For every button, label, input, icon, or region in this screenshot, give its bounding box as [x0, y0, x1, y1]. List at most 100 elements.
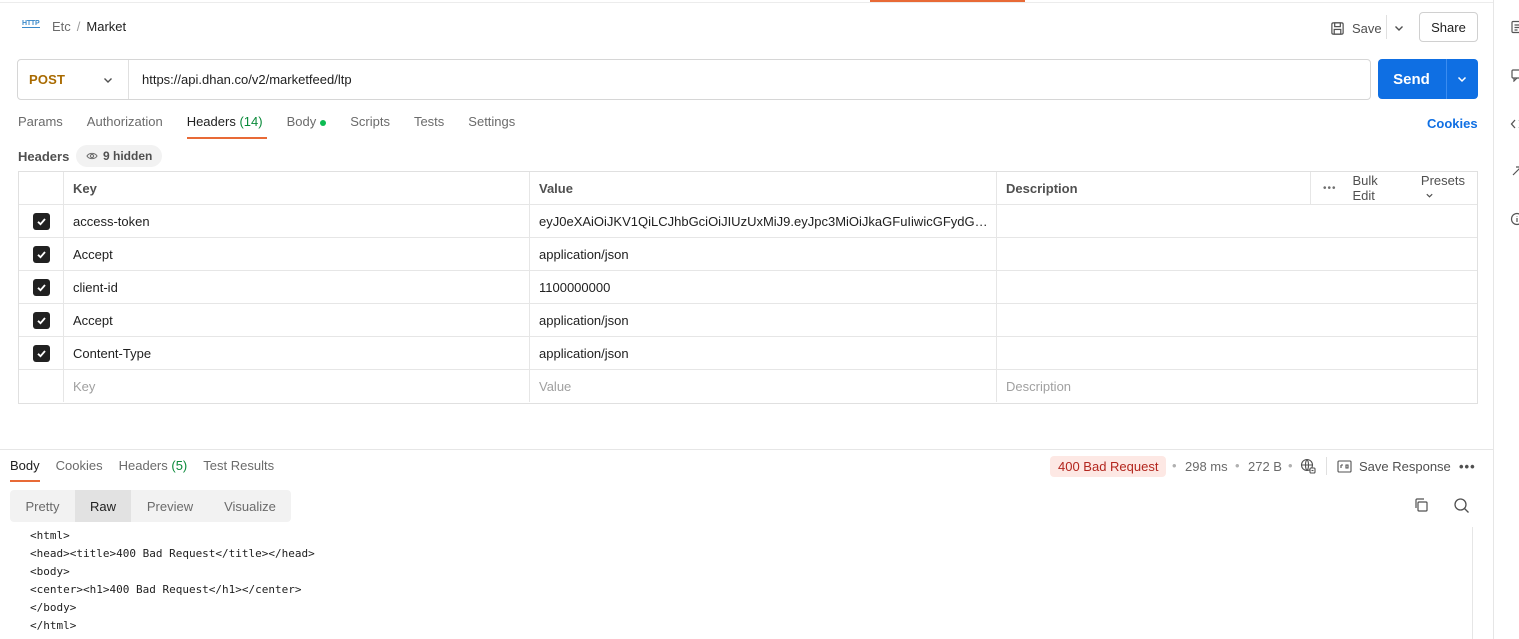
breadcrumb-current[interactable]: Market [86, 19, 126, 34]
response-tab-cookies[interactable]: Cookies [56, 458, 103, 482]
send-options-chevron-icon[interactable] [1456, 73, 1468, 85]
headers-section-title: Headers [18, 149, 70, 164]
method-chevron-down-icon[interactable] [102, 74, 114, 86]
url-bar: POST https://api.dhan.co/v2/marketfeed/l… [17, 59, 1371, 100]
row-checkbox[interactable] [32, 311, 50, 329]
tab-headers[interactable]: Headers (14) [186, 114, 267, 139]
view-preview[interactable]: Preview [131, 490, 209, 522]
send-button[interactable]: Send [1378, 59, 1478, 99]
request-tabs: Params Authorization Headers (14) Body S… [18, 114, 539, 140]
response-tab-test-results[interactable]: Test Results [203, 458, 274, 482]
response-tab-headers-label: Headers [118, 458, 168, 473]
comments-icon[interactable] [1510, 68, 1519, 82]
new-value-input[interactable]: Value [530, 370, 997, 402]
breadcrumb: Etc / Market [52, 19, 126, 34]
hidden-headers-toggle[interactable]: 9 hidden [76, 145, 163, 167]
save-button[interactable]: Save [1330, 18, 1382, 38]
response-tab-body[interactable]: Body [10, 458, 40, 482]
response-tab-headers[interactable]: Headers (5) [119, 458, 188, 482]
save-options-chevron-icon[interactable] [1393, 22, 1405, 34]
row-checkbox-cell [19, 205, 64, 237]
table-row: Accept application/json [19, 304, 1477, 337]
hidden-headers-count: 9 hidden [103, 149, 153, 163]
tab-tests[interactable]: Tests [414, 114, 444, 139]
tab-settings[interactable]: Settings [468, 114, 515, 139]
code-icon[interactable] [1510, 117, 1519, 131]
tab-body-label: Body [286, 114, 317, 129]
documentation-icon[interactable] [1510, 20, 1519, 34]
search-icon[interactable] [1453, 497, 1470, 514]
view-pretty[interactable]: Pretty [10, 490, 75, 522]
header-value[interactable]: application/json [530, 238, 997, 270]
header-value[interactable]: application/json [530, 337, 997, 369]
network-globe-icon[interactable] [1300, 458, 1316, 474]
url-divider [128, 60, 129, 99]
header-value[interactable]: eyJ0eXAiOiJKV1QiLCJhbGciOiJIUzUxMiJ9.eyJ… [530, 205, 997, 237]
header-description[interactable] [997, 238, 1477, 270]
bulk-edit-button[interactable]: Bulk Edit [1353, 173, 1403, 203]
response-headers-count: (5) [171, 458, 188, 473]
headers-table: Key Value Description ••• Bulk Edit Pres… [18, 171, 1478, 404]
response-divider[interactable] [0, 449, 1493, 450]
share-button[interactable]: Share [1419, 12, 1478, 42]
row-checkbox[interactable] [32, 344, 50, 362]
save-label: Save [1352, 20, 1382, 36]
breadcrumb-parent[interactable]: Etc [52, 19, 71, 34]
header-key[interactable]: access-token [64, 205, 530, 237]
new-key-input[interactable]: Key [64, 370, 530, 402]
response-size[interactable]: 272 B [1248, 459, 1282, 474]
header-key[interactable]: Content-Type [64, 337, 530, 369]
tab-authorization[interactable]: Authorization [87, 114, 163, 139]
breadcrumb-separator: / [76, 19, 81, 34]
presets-dropdown[interactable]: Presets [1421, 173, 1477, 203]
meta-divider [1326, 457, 1327, 475]
new-description-input[interactable]: Description [997, 370, 1477, 402]
more-options-icon[interactable]: ••• [1323, 183, 1337, 194]
check-icon [36, 217, 46, 226]
column-header-key: Key [64, 172, 530, 204]
row-checkbox[interactable] [32, 245, 50, 263]
tab-scripts[interactable]: Scripts [350, 114, 390, 139]
more-actions-icon[interactable]: ••• [1459, 459, 1476, 474]
body-indicator-dot [320, 119, 327, 126]
cookies-link[interactable]: Cookies [1427, 116, 1478, 131]
url-input[interactable]: https://api.dhan.co/v2/marketfeed/ltp [142, 72, 352, 87]
header-check-cell [19, 172, 64, 204]
check-icon [36, 283, 46, 292]
send-label[interactable]: Send [1378, 59, 1445, 99]
tab-body[interactable]: Body [287, 114, 327, 139]
header-description[interactable] [997, 271, 1477, 303]
check-icon [36, 349, 46, 358]
row-checkbox-cell [19, 304, 64, 336]
header-description[interactable] [997, 337, 1477, 369]
table-row: Content-Type application/json [19, 337, 1477, 370]
row-checkbox[interactable] [32, 212, 50, 230]
table-header-row: Key Value Description ••• Bulk Edit Pres… [19, 172, 1477, 205]
response-time[interactable]: 298 ms [1185, 459, 1228, 474]
header-key[interactable]: client-id [64, 271, 530, 303]
save-divider [1386, 15, 1387, 39]
view-visualize[interactable]: Visualize [209, 490, 291, 522]
copy-icon[interactable] [1413, 497, 1429, 513]
method-select[interactable]: POST [29, 72, 65, 87]
header-value[interactable]: application/json [530, 304, 997, 336]
save-response-button[interactable]: Save Response [1337, 458, 1451, 474]
header-key[interactable]: Accept [64, 304, 530, 336]
related-icon[interactable] [1510, 164, 1519, 178]
check-icon [36, 250, 46, 259]
header-description[interactable] [997, 304, 1477, 336]
row-checkbox[interactable] [32, 278, 50, 296]
status-badge[interactable]: 400 Bad Request [1050, 456, 1167, 477]
check-icon [36, 316, 46, 325]
row-checkbox-cell [19, 337, 64, 369]
response-scrollbar[interactable] [1472, 527, 1486, 639]
response-body-code[interactable]: <html> <head><title>400 Bad Request</tit… [30, 527, 315, 635]
table-actions: ••• Bulk Edit Presets [1310, 172, 1477, 204]
header-description[interactable] [997, 205, 1477, 237]
tab-params[interactable]: Params [18, 114, 63, 139]
header-value[interactable]: 1100000000 [530, 271, 997, 303]
view-raw[interactable]: Raw [75, 490, 131, 522]
info-icon[interactable] [1510, 212, 1519, 226]
header-key[interactable]: Accept [64, 238, 530, 270]
meta-separator: • [1172, 458, 1177, 473]
